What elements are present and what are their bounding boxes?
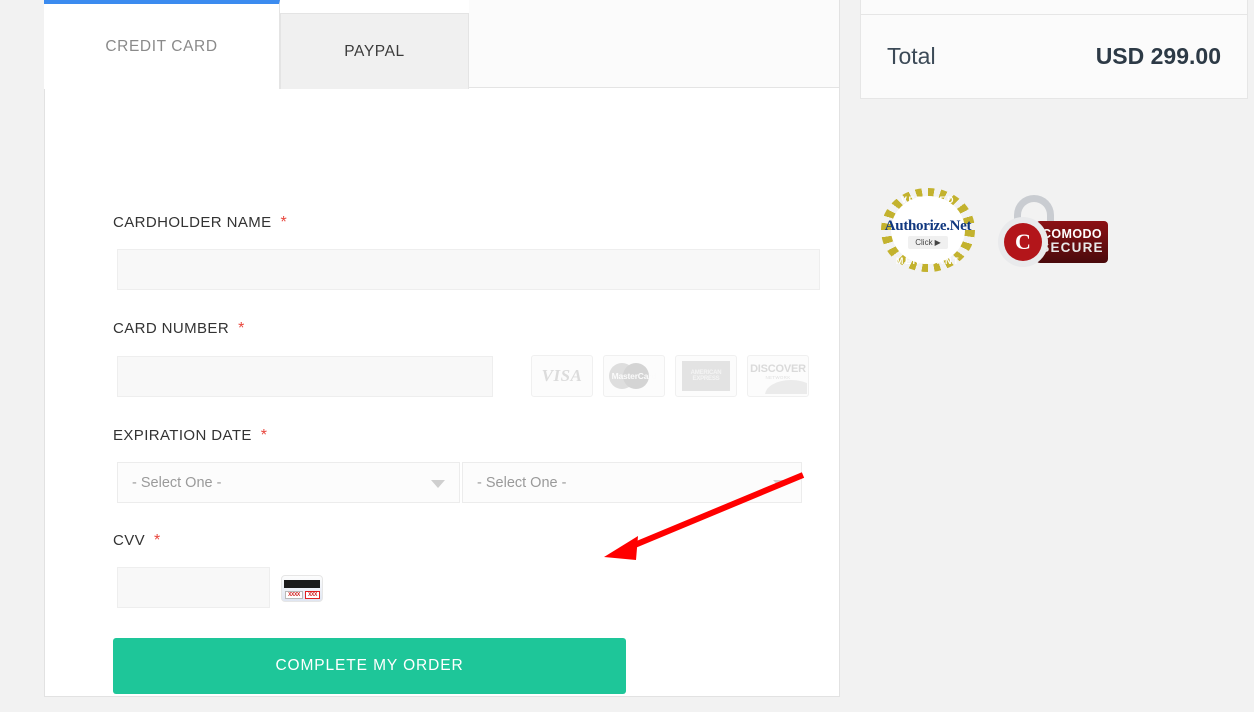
- amex-icon: AMERICAN EXPRESS: [675, 355, 737, 397]
- cvv-input[interactable]: [117, 567, 270, 608]
- payment-panel: CREDIT CARD PAYPAL CARDHOLDER NAME * CAR…: [44, 0, 840, 697]
- authorize-net-arc-top: VERIFIED: [900, 195, 956, 205]
- cardholder-name-label: CARDHOLDER NAME *: [113, 214, 287, 232]
- cardholder-name-label-text: CARDHOLDER NAME: [113, 214, 272, 231]
- expiration-year-select[interactable]: - Select One -: [462, 462, 802, 503]
- summary-row-tax: Tax/VAT USD 0.00: [861, 0, 1247, 15]
- expiration-year-value: - Select One -: [477, 474, 567, 491]
- cvv-required-asterisk: *: [154, 532, 161, 549]
- cvv-label: CVV *: [113, 532, 161, 550]
- amex-icon-line2: EXPRESS: [692, 376, 720, 382]
- expiration-month-value: - Select One -: [132, 474, 222, 491]
- authorize-net-badge-icon[interactable]: VERIFIED Authorize.Net Click ▶ MERCHANT: [878, 186, 978, 274]
- comodo-c-emblem-icon: C: [998, 217, 1048, 267]
- summary-row-total: Total USD 299.00: [861, 15, 1247, 98]
- card-number-label-text: CARD NUMBER: [113, 320, 230, 337]
- discover-icon-sub: NETWORK: [765, 375, 791, 380]
- visa-icon: VISA: [531, 355, 593, 397]
- tabs-filler: [469, 0, 839, 88]
- summary-total-label: Total: [887, 43, 936, 69]
- trust-badges: VERIFIED Authorize.Net Click ▶ MERCHANT …: [878, 186, 1112, 274]
- tab-credit-card-label: CREDIT CARD: [105, 37, 218, 55]
- order-summary-panel: Tax/VAT USD 0.00 Total USD 299.00: [860, 0, 1248, 99]
- chevron-down-icon: [773, 479, 787, 488]
- tab-paypal[interactable]: PAYPAL: [280, 13, 469, 89]
- cvv-icon-cvv-digits: XXX: [308, 591, 317, 598]
- tab-credit-card[interactable]: CREDIT CARD: [44, 0, 280, 89]
- comodo-c-letter: C: [1015, 229, 1031, 254]
- cvv-card-back-icon[interactable]: XXXX XXX: [281, 575, 323, 602]
- mastercard-icon-text: MasterCard: [611, 371, 657, 381]
- comodo-line2: SECURE: [1040, 240, 1104, 256]
- cardholder-name-required-asterisk: *: [280, 214, 288, 231]
- cvv-icon-magnetic-stripe: [284, 580, 320, 588]
- authorize-net-brand-text: Authorize.Net: [884, 218, 972, 234]
- checkout-page: CREDIT CARD PAYPAL CARDHOLDER NAME * CAR…: [0, 0, 1254, 712]
- cvv-icon-number-box: XXXX: [285, 591, 303, 599]
- cvv-label-text: CVV: [113, 532, 146, 549]
- tab-paypal-label: PAYPAL: [344, 42, 405, 60]
- authorize-net-click-button[interactable]: Click ▶: [908, 236, 948, 249]
- chevron-down-icon: [431, 479, 445, 488]
- authorize-net-click-label: Click: [915, 238, 933, 247]
- summary-total-value: USD 299.00: [1095, 43, 1221, 69]
- visa-icon-text: VISA: [541, 366, 583, 385]
- discover-icon: DISCOVER NETWORK: [747, 355, 809, 397]
- expiration-date-label-text: EXPIRATION DATE: [113, 427, 252, 444]
- expiration-date-label: EXPIRATION DATE *: [113, 427, 267, 445]
- card-number-label: CARD NUMBER *: [113, 320, 245, 338]
- authorize-net-arc-bottom: MERCHANT: [895, 256, 961, 266]
- cvv-icon-highlight-box: XXX: [305, 591, 320, 599]
- payment-method-tabs: CREDIT CARD PAYPAL: [44, 0, 839, 89]
- complete-my-order-button[interactable]: COMPLETE MY ORDER: [113, 638, 626, 694]
- mastercard-icon: MasterCard: [603, 355, 665, 397]
- comodo-secure-badge-icon[interactable]: COMODO SECURE C: [992, 191, 1112, 269]
- expiration-month-select[interactable]: - Select One -: [117, 462, 460, 503]
- card-number-required-asterisk: *: [238, 320, 245, 337]
- cardholder-name-input[interactable]: [117, 249, 820, 290]
- cvv-icon-masked-digits: XXXX: [288, 591, 300, 598]
- card-number-input[interactable]: [117, 356, 493, 397]
- accepted-card-brands: VISA MasterCard AMERICAN EXPRESS DISCOVE…: [531, 355, 809, 397]
- expiration-date-required-asterisk: *: [260, 427, 268, 444]
- play-arrow-icon: ▶: [934, 238, 941, 247]
- discover-icon-text: DISCOVER: [750, 363, 806, 375]
